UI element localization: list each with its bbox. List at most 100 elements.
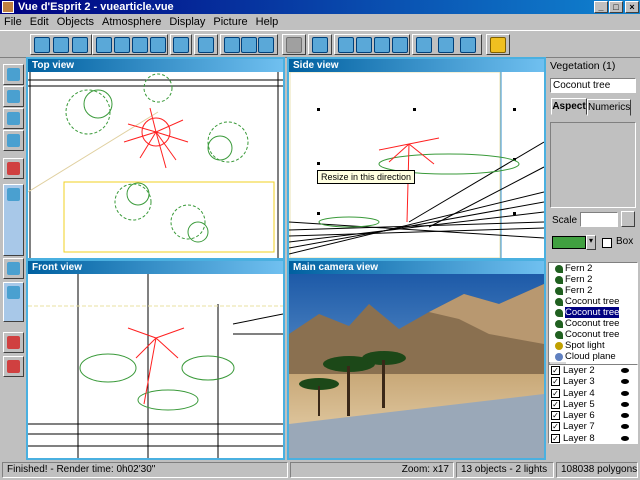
render-icon[interactable]	[490, 37, 506, 53]
open-file-icon[interactable]	[53, 37, 69, 53]
layer-checkbox[interactable]: ✓	[551, 388, 560, 398]
render-view-icon[interactable]	[460, 37, 476, 53]
terrain-tool[interactable]	[3, 108, 24, 129]
spot-light-icon	[555, 342, 563, 350]
tree-item[interactable]: Spot light	[549, 340, 637, 351]
maximize-button[interactable]: □	[609, 1, 623, 13]
cut-icon[interactable]	[96, 37, 112, 53]
material-tool[interactable]	[3, 158, 24, 179]
menu-help[interactable]: Help	[252, 14, 283, 30]
picture-icon[interactable]	[198, 37, 214, 53]
atmosphere-toolbar-group	[220, 34, 278, 55]
camera-group	[308, 34, 332, 55]
tree-item[interactable]: Fern 2	[549, 274, 637, 285]
terrain-icon[interactable]	[258, 37, 274, 53]
aspect-preview	[550, 122, 636, 208]
close-button[interactable]: ×	[625, 1, 639, 13]
layer-checkbox[interactable]: ✓	[551, 433, 560, 443]
zoom-fit-icon[interactable]	[392, 37, 408, 53]
tree-item[interactable]: Fern 2	[549, 263, 637, 274]
tree-item[interactable]: Coconut tree	[549, 318, 637, 329]
palm-icon	[555, 331, 563, 339]
layers-list[interactable]: ✓ Layer 2 ✓ Layer 3 ✓ Layer 4 ✓ Layer 5 ✓ Lay…	[548, 364, 638, 444]
sun-icon[interactable]	[224, 37, 240, 53]
eye-icon[interactable]	[621, 435, 629, 441]
sphere-tool[interactable]	[3, 86, 24, 107]
color-dropdown-button[interactable]: ▾	[586, 235, 596, 250]
menu-objects[interactable]: Objects	[53, 14, 98, 30]
menu-edit[interactable]: Edit	[26, 14, 53, 30]
eye-icon[interactable]	[621, 379, 629, 385]
top-view[interactable]: Top view	[26, 57, 285, 260]
layer-row[interactable]: ✓ Layer 8	[549, 433, 637, 443]
paste-icon[interactable]	[132, 37, 148, 53]
layer-checkbox[interactable]: ✓	[551, 366, 560, 375]
eye-icon[interactable]	[621, 424, 629, 430]
tree-item[interactable]: Coconut tree	[549, 296, 637, 307]
zoom-out-icon[interactable]	[374, 37, 390, 53]
layer-row[interactable]: ✓ Layer 5	[549, 399, 637, 410]
layer-row[interactable]: ✓ Layer 3	[549, 376, 637, 387]
side-view[interactable]: Side view Resize in this direction	[287, 57, 546, 260]
tab-numerics[interactable]: Numerics	[587, 99, 631, 116]
scale-lock-button[interactable]	[621, 211, 635, 227]
menu-file[interactable]: File	[0, 14, 26, 30]
object-tree[interactable]: Fern 2 Fern 2 Fern 2 Coconut tree Coconu…	[548, 262, 638, 366]
eye-icon[interactable]	[621, 390, 629, 396]
camera-ray	[28, 111, 159, 193]
new-file-icon[interactable]	[34, 37, 50, 53]
app-icon[interactable]	[2, 1, 14, 13]
layer-row[interactable]: ✓ Layer 6	[549, 410, 637, 421]
menu-atmosphere[interactable]: Atmosphere	[98, 14, 165, 30]
drop-tool[interactable]	[3, 356, 24, 377]
tree-item[interactable]: Fern 2	[549, 285, 637, 296]
eye-icon[interactable]	[621, 413, 629, 419]
tree-tool[interactable]	[3, 130, 24, 151]
layer-checkbox[interactable]: ✓	[551, 377, 560, 387]
primitives-group[interactable]	[3, 184, 24, 256]
group-tool[interactable]	[3, 282, 24, 322]
eye-icon[interactable]	[621, 368, 629, 373]
copy-icon[interactable]	[114, 37, 130, 53]
main-toolbar	[0, 30, 640, 58]
tab-aspect[interactable]: Aspect	[551, 98, 587, 115]
front-view[interactable]: Front view	[26, 259, 285, 460]
object-name-field[interactable]: Coconut tree	[550, 78, 636, 93]
zoom-icon[interactable]	[338, 37, 354, 53]
menu-picture[interactable]: Picture	[209, 14, 251, 30]
eye-icon[interactable]	[621, 401, 629, 407]
tree-item[interactable]: Cloud plane	[549, 351, 637, 362]
window-title: Vue d'Esprit 2 - vuearticle.vue	[18, 1, 174, 13]
delete-icon[interactable]	[150, 37, 166, 53]
save-file-icon[interactable]	[72, 37, 88, 53]
layer-row[interactable]: ✓ Layer 7	[549, 421, 637, 432]
single-view-icon[interactable]	[416, 37, 432, 53]
menu-bar: File Edit Objects Atmosphere Display Picture H…	[0, 14, 640, 30]
menu-display[interactable]: Display	[165, 14, 209, 30]
camera-icon[interactable]	[312, 37, 328, 53]
front-view-title: Front view	[28, 261, 283, 274]
quad-view-icon[interactable]	[438, 37, 454, 53]
select-tool[interactable]	[3, 64, 24, 85]
vegetation-front	[79, 353, 235, 411]
layer-row[interactable]: ✓ Layer 2	[549, 365, 637, 376]
scale-field[interactable]	[580, 212, 618, 227]
link-icon[interactable]	[286, 37, 302, 53]
render-preview	[289, 274, 544, 458]
layer-checkbox[interactable]: ✓	[551, 422, 560, 432]
layer-checkbox[interactable]: ✓	[551, 399, 560, 409]
paint-tool[interactable]	[3, 332, 24, 353]
undo-icon[interactable]	[173, 37, 189, 53]
box-checkbox[interactable]	[602, 238, 612, 248]
layer-row[interactable]: ✓ Layer 4	[549, 388, 637, 399]
file-toolbar-group	[30, 34, 92, 55]
color-swatch[interactable]	[552, 236, 586, 249]
main-camera-view[interactable]: Main camera view	[287, 259, 546, 460]
cloud-icon[interactable]	[241, 37, 257, 53]
minimize-button[interactable]: _	[594, 1, 608, 13]
tree-item-selected[interactable]: Coconut tree	[549, 307, 637, 318]
layer-checkbox[interactable]: ✓	[551, 411, 560, 421]
zoom-in-icon[interactable]	[356, 37, 372, 53]
tree-item[interactable]: Coconut tree	[549, 329, 637, 340]
light-tool[interactable]	[3, 258, 24, 279]
